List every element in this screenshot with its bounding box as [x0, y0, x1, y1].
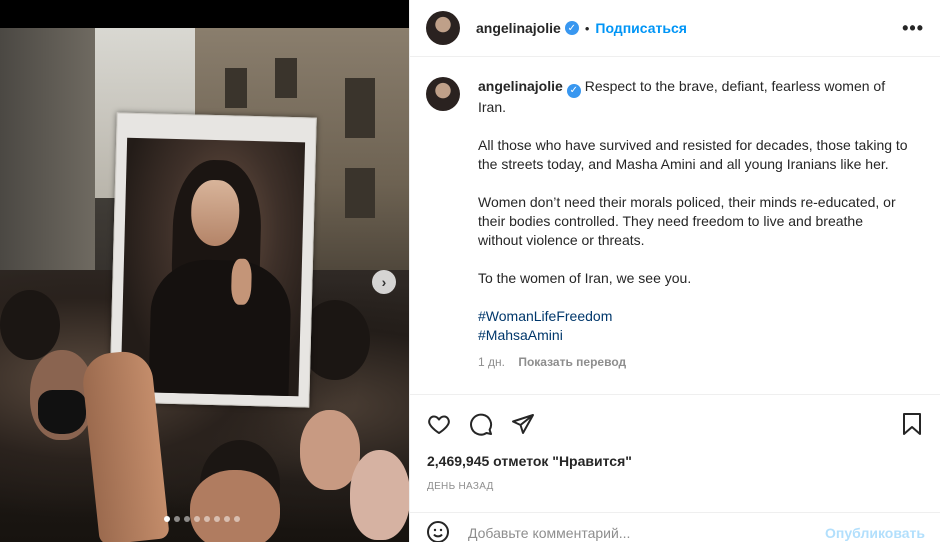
caption-avatar[interactable]	[426, 77, 460, 111]
header-separator: •	[584, 20, 590, 36]
header-username[interactable]: angelinajolie	[476, 20, 561, 36]
photo-top-band	[0, 0, 409, 28]
hashtag-link[interactable]: #WomanLifeFreedom	[478, 307, 908, 326]
carousel-dot	[204, 516, 210, 522]
carousel-dot	[174, 516, 180, 522]
emoji-icon[interactable]	[426, 520, 452, 542]
comment-bar: Опубликовать	[410, 512, 940, 542]
comment-icon[interactable]	[468, 411, 494, 437]
caption-area: angelinajolie ✓ Respect to the brave, def…	[410, 57, 940, 393]
chevron-right-icon[interactable]: ›	[372, 270, 396, 294]
avatar[interactable]	[426, 11, 460, 45]
post-age: 1 дн.	[478, 354, 505, 369]
caption-paragraph: Women don’t need their morals policed, t…	[478, 193, 896, 248]
painted-portrait	[120, 137, 306, 397]
caption-meta: 1 дн. Показать перевод	[478, 353, 908, 372]
post-dialog: › angelinajolie ✓ • Подписаться ••• ange…	[0, 0, 940, 542]
carousel-dot	[234, 516, 240, 522]
carousel-dot	[194, 516, 200, 522]
post-timestamp: ДЕНЬ НАЗАД	[427, 481, 494, 492]
more-options-icon[interactable]: •••	[902, 18, 924, 39]
carousel-dot	[164, 516, 170, 522]
post-header: angelinajolie ✓ • Подписаться •••	[410, 0, 940, 57]
heart-icon[interactable]	[426, 411, 452, 437]
post-photo[interactable]: ›	[0, 0, 409, 542]
action-bar	[410, 394, 940, 452]
caption-paragraph: All those who have survived and resisted…	[478, 136, 908, 172]
publish-button[interactable]: Опубликовать	[825, 525, 925, 541]
verified-badge-icon: ✓	[566, 83, 581, 98]
share-icon[interactable]	[510, 411, 536, 437]
caption: angelinajolie ✓ Respect to the brave, def…	[478, 77, 908, 393]
caption-paragraph: To the women of Iran, we see you.	[478, 269, 692, 286]
carousel-dot	[224, 516, 230, 522]
carousel-dots	[164, 516, 240, 522]
bookmark-icon[interactable]	[899, 411, 925, 437]
hashtag-link[interactable]: #MahsaAmini	[478, 326, 908, 345]
follow-button[interactable]: Подписаться	[595, 20, 687, 36]
comment-input[interactable]	[468, 524, 826, 541]
carousel-dot	[184, 516, 190, 522]
caption-username[interactable]: angelinajolie	[478, 78, 563, 94]
verified-badge-icon: ✓	[564, 21, 579, 35]
likes-count[interactable]: 2,469,945 отметок "Нравится"	[427, 453, 632, 469]
translate-link[interactable]: Показать перевод	[518, 355, 626, 369]
carousel-dot	[214, 516, 220, 522]
post-side-panel: angelinajolie ✓ • Подписаться ••• angeli…	[409, 0, 940, 542]
